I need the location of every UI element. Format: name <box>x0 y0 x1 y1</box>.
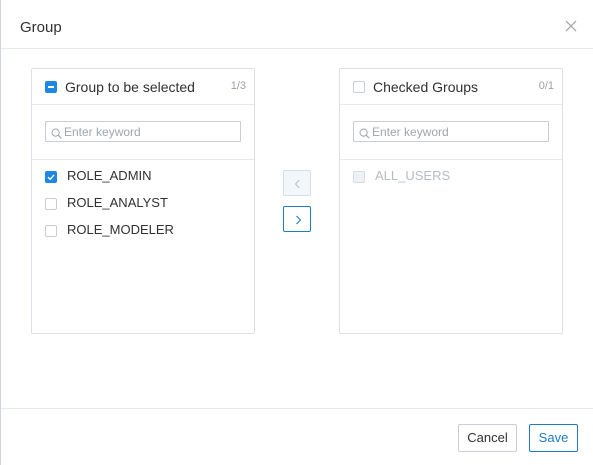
move-to-left-button[interactable] <box>283 170 311 196</box>
chevron-left-icon <box>294 179 300 189</box>
search-icon <box>359 126 370 139</box>
source-panel: Group to be selected 1/3 ROLE_ADMIN ROLE_… <box>31 68 255 334</box>
dialog-header: Group <box>1 0 593 49</box>
check-icon <box>47 174 55 181</box>
source-item-checkbox[interactable] <box>45 171 57 183</box>
source-item-label: ROLE_ANALYST <box>67 195 168 210</box>
target-search-input[interactable] <box>372 123 544 140</box>
move-to-right-button[interactable] <box>283 206 311 232</box>
source-item-checkbox[interactable] <box>45 198 57 210</box>
source-item-checkbox[interactable] <box>45 225 57 237</box>
cancel-button[interactable]: Cancel <box>458 424 517 452</box>
source-search-input[interactable] <box>64 123 236 140</box>
source-item-label: ROLE_MODELER <box>67 222 174 237</box>
target-list-item: ALL_USERS <box>340 164 562 186</box>
target-filter <box>353 121 549 142</box>
source-item-label: ROLE_ADMIN <box>67 168 152 183</box>
target-select-all-checkbox[interactable] <box>353 81 365 93</box>
source-list-item[interactable]: ROLE_ANALYST <box>32 191 254 213</box>
target-panel-header: Checked Groups 0/1 <box>340 69 562 105</box>
source-filter <box>45 121 241 142</box>
save-button[interactable]: Save <box>529 424 578 452</box>
source-list-item[interactable]: ROLE_ADMIN <box>32 164 254 186</box>
target-panel-title: Checked Groups <box>373 79 479 95</box>
target-item-label: ALL_USERS <box>375 168 451 183</box>
source-list-item[interactable]: ROLE_MODELER <box>32 218 254 240</box>
source-select-all-checkbox[interactable] <box>45 81 57 93</box>
search-icon <box>51 126 62 139</box>
group-dialog: Group Group to be selected 1/3 R <box>0 0 593 465</box>
footer-divider <box>1 408 593 409</box>
source-panel-header: Group to be selected 1/3 <box>32 69 254 105</box>
dialog-title: Group <box>20 19 62 36</box>
chevron-right-icon <box>296 215 302 225</box>
target-panel: Checked Groups 0/1 ALL_USERS <box>339 68 563 334</box>
close-icon[interactable] <box>561 16 581 36</box>
target-item-checkbox <box>353 171 365 183</box>
target-count: 0/1 <box>538 80 554 92</box>
source-count: 1/3 <box>230 80 246 92</box>
source-panel-title: Group to be selected <box>65 79 195 95</box>
